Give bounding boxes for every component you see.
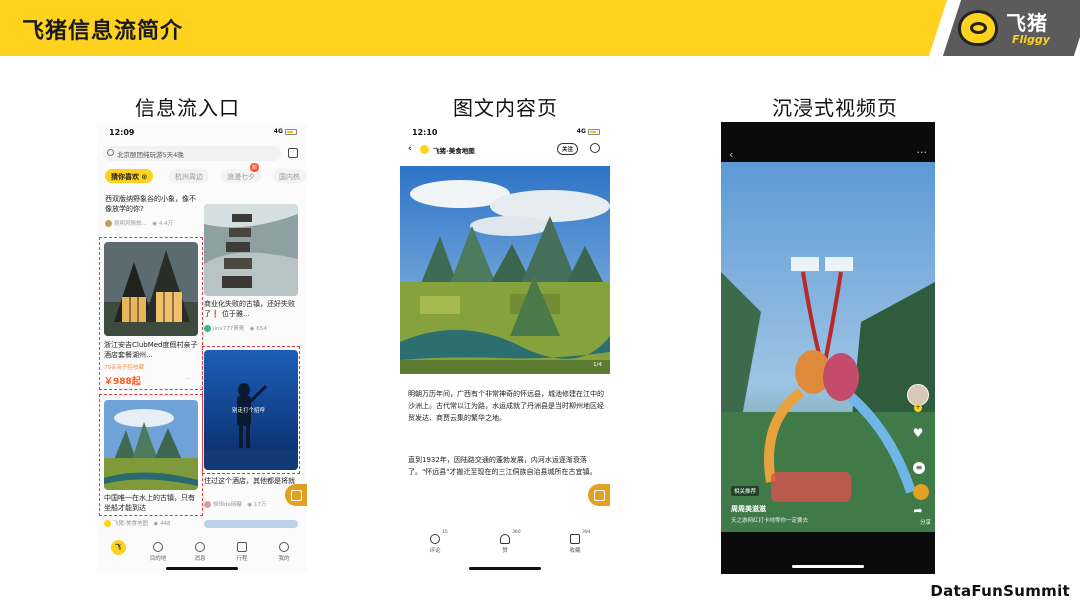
home-indicator xyxy=(792,565,864,568)
tab-hangzhou[interactable]: 杭州周边 xyxy=(169,169,209,183)
battery-icon xyxy=(285,128,297,135)
home-indicator xyxy=(166,567,238,570)
status-bar: 12:09 4G xyxy=(97,124,307,140)
video-player[interactable] xyxy=(721,162,935,532)
header-bar: 飞猪信息流简介 飞猪 Fliggy xyxy=(0,0,1080,56)
highlight-box xyxy=(202,346,300,474)
phone-video-screen: ‹ ··· + ♥ ≡ ➦ 分享 相关推荐 周周美滋滋 天之游网红打卡地等你一定… xyxy=(721,122,935,574)
image-counter: 1/4 xyxy=(593,362,602,368)
nav-messages[interactable]: 消息 xyxy=(185,540,215,562)
compass-icon xyxy=(153,542,163,552)
tab-recommend[interactable]: 猜你喜欢 ⊙ xyxy=(105,169,154,183)
section-title-article-page: 图文内容页 xyxy=(453,96,558,120)
account-avatar[interactable] xyxy=(420,145,429,154)
share-icon[interactable]: ➦ xyxy=(911,504,925,518)
nav-trips[interactable]: 行程 xyxy=(227,540,257,562)
like-button[interactable]: 赞 360 xyxy=(490,530,521,554)
message-icon xyxy=(195,542,205,552)
card-meta: 昆明风情旅... ◉ 4.4万 xyxy=(105,219,173,227)
footer-brand: DataFunSummit xyxy=(930,582,1070,600)
heart-icon xyxy=(500,534,510,544)
comment-button[interactable]: 评论 15 xyxy=(420,530,450,554)
share-icon[interactable] xyxy=(590,143,600,153)
section-title-feed-entry: 信息流入口 xyxy=(135,96,240,120)
share-label: 分享 xyxy=(919,520,931,526)
publish-float-button[interactable] xyxy=(588,484,610,506)
tab-domestic[interactable]: 国内热 xyxy=(273,169,306,183)
heart-icon[interactable]: ♥ xyxy=(911,426,925,440)
battery-icon xyxy=(588,128,600,135)
card-image-next[interactable] xyxy=(204,520,298,528)
fliggy-logo: 飞猪 Fliggy xyxy=(956,6,1074,50)
card-meta: 飞猪-美食地图 ◉ 448 xyxy=(104,519,171,527)
follow-button[interactable]: 关注 xyxy=(557,143,579,155)
article-paragraph: 明朝万历年间，广西有个非常神奇的怀远县，城池修建在江中的沙洲上。古代常以江为路，… xyxy=(408,390,604,422)
card-title[interactable]: 西双版纳野象谷的小象，像不像放学的你? xyxy=(105,194,199,214)
article-hero-image[interactable]: 1/4 xyxy=(400,166,610,374)
scan-icon[interactable] xyxy=(288,148,298,158)
highlight-box xyxy=(99,394,203,516)
phone-article-screen: 12:10 4G ‹ 飞猪-美食地图 关注 1/4 明朝万历年间，广西有个非常神… xyxy=(400,124,610,572)
fliggy-home-icon: 飞 xyxy=(110,540,126,555)
card-title[interactable]: 商业化失败的古镇，还好失败了❗ 位于雅... xyxy=(204,299,298,319)
nav-destination[interactable]: 目的地 xyxy=(143,540,173,562)
itinerary-icon xyxy=(237,542,247,552)
card-meta: jinx777菁菁 ◉ 654 xyxy=(204,324,267,332)
card-image-stepping-stones[interactable] xyxy=(204,204,298,296)
favorite-button[interactable]: 收藏 394 xyxy=(560,530,590,554)
nav-home[interactable]: 飞 xyxy=(103,540,133,555)
new-badge: 新 xyxy=(249,163,259,172)
star-icon xyxy=(570,534,580,544)
account-name[interactable]: 飞猪-美食地图 xyxy=(433,145,475,155)
comment-icon[interactable]: ≡ xyxy=(913,462,925,474)
article-paragraph: 直到1932年，因陆路交通的蓬勃发展，内河水运逐渐衰落了。"怀远县"才搬迁至现在… xyxy=(408,456,597,476)
home-indicator xyxy=(469,567,541,570)
phone-feed-screen: 12:09 4G 北京颐团纯玩游5天4晚 猜你喜欢 ⊙ 杭州周边 浪漫七夕新 国… xyxy=(97,124,307,572)
nav-profile[interactable]: 我的 xyxy=(269,540,299,562)
pig-icon xyxy=(958,10,998,46)
comment-icon xyxy=(430,534,440,544)
related-tag[interactable]: 相关推荐 xyxy=(731,486,760,496)
tab-qixi[interactable]: 浪漫七夕新 xyxy=(221,163,261,183)
follow-plus-icon[interactable]: + xyxy=(914,404,922,412)
video-title: 周周美滋滋 xyxy=(731,505,766,513)
publish-float-button[interactable] xyxy=(285,484,307,506)
highlight-box xyxy=(99,237,203,390)
search-input[interactable]: 北京颐团纯玩游5天4晚 xyxy=(103,146,281,161)
article-header: ‹ 飞猪-美食地图 关注 xyxy=(400,142,610,158)
author-avatar[interactable] xyxy=(907,384,929,406)
profile-icon xyxy=(279,542,289,552)
status-bar: 12:10 4G xyxy=(400,124,610,140)
publish-icon[interactable] xyxy=(913,484,929,500)
page-title: 飞猪信息流简介 xyxy=(22,19,184,44)
more-icon[interactable]: ··· xyxy=(917,146,928,159)
card-title[interactable]: 住过这个酒店，其他都是将就 xyxy=(204,476,298,486)
back-icon[interactable]: ‹ xyxy=(729,148,733,161)
bottom-nav: 飞 目的地 消息 行程 我的 xyxy=(97,540,307,566)
section-title-video-page: 沉浸式视频页 xyxy=(772,96,898,120)
search-icon xyxy=(107,149,114,156)
feed-tabs: 猜你喜欢 ⊙ 杭州周边 浪漫七夕新 国内热 xyxy=(103,163,306,183)
card-meta: 恒恒de网糖 ◉ 17万 xyxy=(204,500,266,508)
video-description: 天之游网红打卡地等你一定要去 xyxy=(731,518,809,524)
back-icon[interactable]: ‹ xyxy=(408,144,412,154)
